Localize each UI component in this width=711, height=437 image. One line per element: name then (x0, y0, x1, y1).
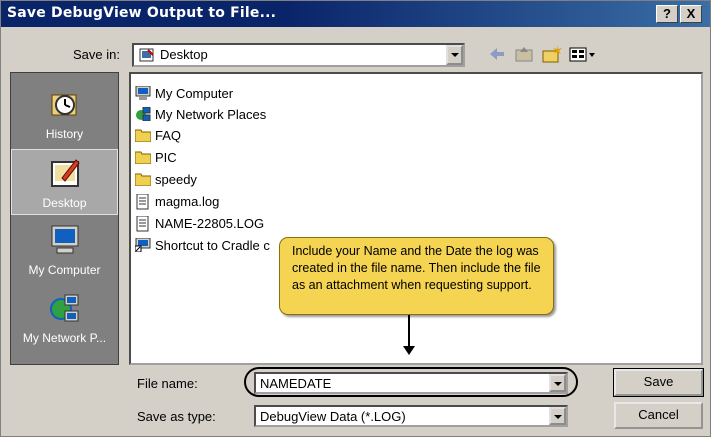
save-as-type-value: DebugView Data (*.LOG) (260, 409, 406, 424)
save-as-type-label: Save as type: (137, 409, 216, 424)
file-name: My Computer (155, 86, 234, 101)
folder-icon (134, 172, 152, 187)
save-in-value: Desktop (160, 47, 208, 62)
save-dialog: Save DebugView Output to File... ? X Sav… (0, 0, 711, 437)
places-bar: History Desktop My Computer My Network P… (10, 72, 119, 365)
up-folder-icon[interactable] (513, 43, 535, 65)
network-icon (135, 106, 151, 122)
place-label: History (45, 127, 84, 141)
computer-icon (135, 85, 151, 100)
callout-text: Include your Name and the Date the log w… (292, 244, 541, 292)
title-bar[interactable]: Save DebugView Output to File... ? X (1, 1, 710, 27)
place-label: My Network P... (22, 331, 107, 345)
new-folder-icon[interactable] (541, 43, 563, 65)
place-network[interactable]: My Network P... (11, 285, 118, 351)
place-history[interactable]: History (11, 81, 118, 147)
shortcut-icon (134, 237, 151, 253)
my-computer-icon (49, 223, 81, 257)
help-button[interactable]: ? (656, 5, 678, 23)
desktop-icon (50, 156, 82, 190)
place-desktop[interactable]: Desktop (11, 149, 118, 215)
callout-arrow (408, 315, 410, 350)
file-name: Shortcut to Cradle c (155, 238, 270, 253)
file-name-label: File name: (137, 376, 198, 391)
close-button[interactable]: X (680, 5, 702, 23)
arrow-head-icon (403, 346, 415, 355)
file-name: My Network Places (155, 107, 267, 122)
file-name: speedy (155, 172, 197, 187)
file-name: FAQ (155, 128, 182, 143)
file-list[interactable]: My Computer My Network Places FAQ PIC sp… (129, 72, 703, 365)
place-label: My Computer (28, 263, 101, 277)
file-name: PIC (155, 150, 177, 165)
chevron-down-icon[interactable] (549, 407, 566, 425)
file-name: magma.log (155, 194, 220, 209)
chevron-down-icon[interactable] (446, 45, 463, 65)
place-label: Desktop (42, 196, 87, 210)
back-icon[interactable] (486, 43, 508, 65)
history-icon (49, 87, 81, 121)
save-in-dropdown[interactable]: Desktop (132, 43, 465, 67)
save-as-type-dropdown[interactable]: DebugView Data (*.LOG) (254, 405, 568, 427)
network-places-icon (49, 291, 81, 325)
folder-icon (134, 128, 152, 143)
desktop-small-icon (139, 47, 155, 63)
window-title: Save DebugView Output to File... (7, 5, 277, 21)
save-in-label: Save in: (73, 47, 120, 62)
view-menu-icon[interactable] (568, 43, 598, 65)
cancel-button[interactable]: Cancel (614, 402, 703, 429)
highlight-oval (244, 367, 578, 397)
folder-icon (134, 150, 152, 165)
file-name: NAME-22805.LOG (155, 216, 265, 231)
place-my-computer[interactable]: My Computer (11, 217, 118, 283)
text-file-icon (135, 215, 151, 232)
text-file-icon (135, 193, 151, 210)
save-button[interactable]: Save (613, 368, 704, 397)
instruction-callout: Include your Name and the Date the log w… (279, 237, 554, 315)
